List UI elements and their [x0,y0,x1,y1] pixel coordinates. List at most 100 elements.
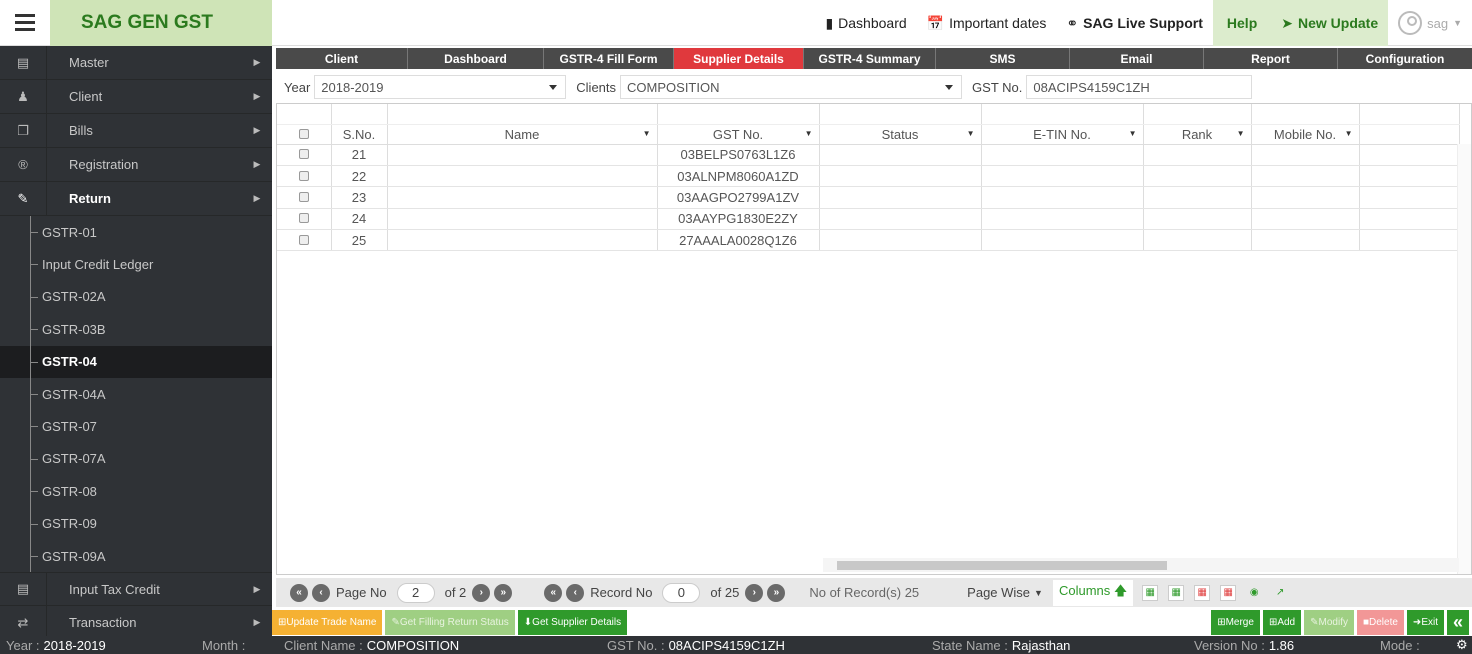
tab-email[interactable]: Email [1070,48,1204,69]
sidebar-subitem-gstr-09a[interactable]: GSTR-09A [0,539,272,573]
table-row[interactable]: 21 03BELPS0763L1Z6 [277,144,1460,166]
user-menu[interactable]: sag ▼ [1388,0,1472,46]
filter-icon[interactable]: ▼ [1129,129,1137,138]
row-checkbox[interactable] [298,149,309,160]
next-page-button[interactable]: › [472,583,491,602]
tab-supplier-details[interactable]: Supplier Details [674,48,804,69]
select-all-checkbox[interactable] [277,124,332,145]
sidebar-subitem-gstr-02a[interactable]: GSTR-02A [0,280,272,314]
get-filing-status-button[interactable]: ✎ Get Filling Return Status [385,610,515,635]
sidebar-subitem-gstr-04a[interactable]: GSTR-04A [0,377,272,411]
update-trade-name-button[interactable]: ⊞ Update Trade Name [272,610,383,635]
gear-icon[interactable]: ⚙ [1456,636,1468,654]
sidebar-subitem-gstr-01[interactable]: GSTR-01 [0,216,272,249]
first-page-button[interactable]: « [290,583,308,602]
chevron-down-icon: ▼ [1034,587,1043,598]
chevron-right-icon: ▶ [253,583,261,594]
gst-input[interactable]: 08ACIPS4159C1ZH [1026,75,1253,99]
filter-icon[interactable]: ▼ [805,129,813,138]
delete-button[interactable]: ■ Delete [1356,610,1404,635]
filter-bar: Year 2018-2019 Clients COMPOSITION GST N… [276,73,1472,101]
calendar-icon: 📅 [926,14,945,31]
chevron-right-icon: ▶ [253,57,261,67]
add-button[interactable]: ⊞ Add [1262,610,1302,635]
sidebar-item-client[interactable]: ♟ Client ▶ [0,79,272,114]
last-record-button[interactable]: » [767,583,786,602]
sidebar-subitem-gstr-07[interactable]: GSTR-07 [0,410,272,444]
columns-button[interactable]: Columns 🡅 [1052,579,1134,606]
tab-report[interactable]: Report [1204,48,1338,69]
sidebar-item-registration[interactable]: ® Registration ▶ [0,147,272,182]
row-checkbox[interactable] [298,170,309,181]
menu-toggle-button[interactable] [0,0,50,46]
card-icon: ▤ [16,581,30,597]
sidebar-item-return[interactable]: ✎ Return ▶ [0,181,272,216]
tab-gstr4-fill-form[interactable]: GSTR-4 Fill Form [544,48,674,69]
table-row[interactable]: 25 27AAALA0028Q1Z6 [277,229,1460,252]
table-row[interactable]: 24 03AAYPG1830E2ZY [277,208,1460,231]
excel-icon[interactable]: ▦ [1142,584,1159,601]
sidebar-item-bills[interactable]: ❐ Bills ▶ [0,113,272,148]
chevron-right-icon: ▶ [253,159,261,169]
first-record-button[interactable]: « [544,583,563,602]
horizontal-scrollbar[interactable] [823,558,1459,572]
sidebar-subitem-input-credit-ledger[interactable]: Input Credit Ledger [0,248,272,282]
column-header-etin[interactable]: E-TIN No. ▼ [981,124,1144,145]
record-no-input[interactable]: 0 [662,582,701,603]
merge-button[interactable]: ⊞ Merge [1211,610,1260,635]
row-checkbox[interactable] [298,213,309,224]
get-supplier-details-button[interactable]: ⬇ Get Supplier Details [517,610,628,635]
pdf-icon[interactable]: ▦ [1194,584,1211,601]
help-link[interactable]: Help [1212,0,1272,46]
sidebar-subitem-gstr-07a[interactable]: GSTR-07A [0,442,272,476]
column-header-gst[interactable]: GST No. ▼ [657,124,820,145]
page-mode-select[interactable]: Page Wise [967,585,1030,600]
row-checkbox[interactable] [298,234,309,245]
exit-button[interactable]: ➜ Exit [1406,610,1444,635]
scroll-thumb[interactable] [837,561,1167,570]
sidebar-subitem-gstr-09[interactable]: GSTR-09 [0,507,272,541]
row-checkbox[interactable] [298,191,309,202]
dashboard-link[interactable]: ▮ Dashboard [815,0,916,46]
csv-icon[interactable]: ▦ [1168,584,1185,601]
sidebar-item-input-tax-credit[interactable]: ▤ Input Tax Credit ▶ [0,572,272,607]
supplier-grid: S.No. Name ▼ GST No. ▼ Status ▼ E-TIN No. ▼ … [276,103,1472,575]
table-row[interactable]: 22 03ALNPM8060A1ZD [277,165,1460,188]
tab-gstr4-summary[interactable]: GSTR-4 Summary [804,48,936,69]
column-header-status[interactable]: Status ▼ [819,124,982,145]
new-update-link[interactable]: ➤ New Update [1271,0,1389,46]
year-select[interactable]: 2018-2019 [314,75,567,99]
filter-icon[interactable]: ▼ [643,129,651,138]
prev-record-button[interactable]: ‹ [566,583,585,602]
print-icon[interactable]: ▦ [1220,584,1237,601]
modify-button[interactable]: ✎ Modify [1304,610,1354,635]
tab-configuration[interactable]: Configuration [1338,48,1472,69]
collapse-button[interactable]: « [1446,610,1469,635]
sidebar-subitem-gstr-04[interactable]: GSTR-04 [0,345,272,379]
column-header-sno[interactable]: S.No. [331,124,388,145]
column-header-mobile[interactable]: Mobile No. ▼ [1251,124,1360,145]
filter-icon[interactable]: ▼ [1345,129,1353,138]
sidebar-item-master[interactable]: ▤ Master ▶ [0,45,272,80]
column-header-rank[interactable]: Rank ▼ [1143,124,1252,145]
last-page-button[interactable]: » [494,583,513,602]
tab-dashboard[interactable]: Dashboard [408,48,544,69]
table-row[interactable]: 23 03AAGPO2799A1ZV [277,186,1460,209]
filter-icon[interactable]: ▼ [967,129,975,138]
chevron-down-icon [549,85,558,90]
next-record-button[interactable]: › [745,583,764,602]
page-no-input[interactable]: 2 [396,582,435,603]
tab-sms[interactable]: SMS [936,48,1070,69]
prev-page-button[interactable]: ‹ [312,583,330,602]
live-support-link[interactable]: ⚭ SAG Live Support [1056,0,1213,46]
view-icon[interactable]: ◉ [1246,585,1262,601]
vertical-scrollbar[interactable] [1457,144,1471,574]
clients-select[interactable]: COMPOSITION [620,75,963,99]
column-header-name[interactable]: Name ▼ [387,124,658,145]
expand-icon[interactable]: ↗ [1272,585,1288,601]
sidebar-subitem-gstr-08[interactable]: GSTR-08 [0,475,272,508]
tab-client[interactable]: Client [276,48,408,69]
sidebar-subitem-gstr-03b[interactable]: GSTR-03B [0,313,272,346]
important-dates-link[interactable]: 📅 Important dates [917,0,1057,46]
filter-icon[interactable]: ▼ [1237,129,1245,138]
